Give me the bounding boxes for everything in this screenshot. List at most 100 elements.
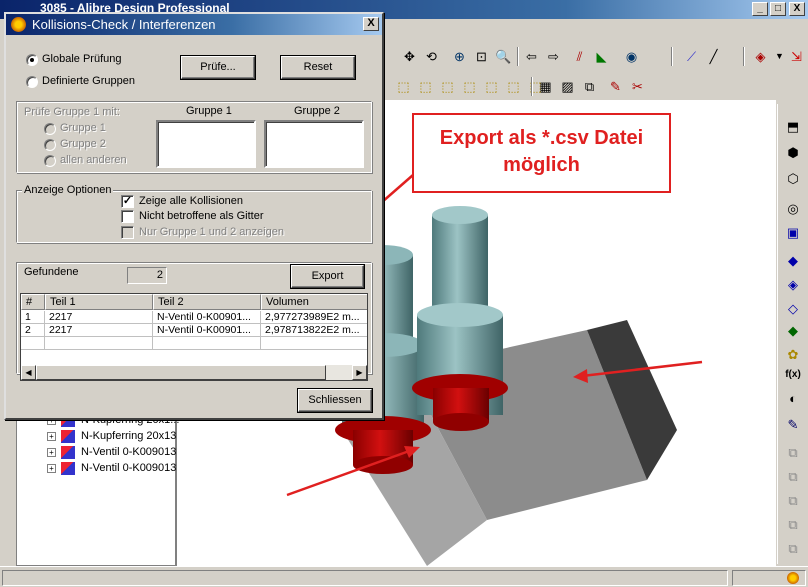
wireframe-label: Nicht betroffene als Gitter — [139, 210, 264, 222]
radio-group1 — [44, 123, 56, 135]
part-icon — [61, 446, 75, 459]
radio-all-others-label: allen anderen — [60, 154, 127, 166]
pattern-icon[interactable]: ◆ — [784, 252, 802, 270]
app-logo-icon — [11, 17, 26, 32]
function-icon[interactable]: f(x) — [784, 366, 802, 384]
table-cell[interactable]: 1 — [21, 311, 45, 324]
view-right-icon[interactable]: ⬚ — [461, 78, 478, 95]
render-icon[interactable]: ◉ — [623, 48, 640, 65]
zoom-window-icon[interactable]: ⊡ — [473, 48, 490, 65]
found-count: 2 — [127, 267, 167, 284]
explode-icon[interactable]: ⧉ — [581, 78, 598, 95]
table-cell[interactable]: 2217 — [45, 311, 153, 324]
section-icon[interactable]: ▦ — [537, 78, 554, 95]
restore-button[interactable]: □ — [770, 2, 786, 16]
design-explorer-tree: + N-Kupferring 20x1... + N-Kupferring 20… — [16, 405, 179, 566]
only-groups-checkbox — [121, 226, 134, 239]
expand-icon[interactable]: + — [47, 464, 56, 473]
results-table[interactable]: # Teil 1 Teil 2 Volumen 1 2217 N-Ventil … — [20, 293, 368, 381]
dashed-line-icon[interactable]: ╱ — [705, 48, 722, 65]
rotate-icon[interactable]: ⟲ — [423, 48, 440, 65]
surface-icon[interactable]: ⬡ — [784, 170, 802, 188]
scroll-left-icon[interactable]: ◀ — [21, 365, 36, 380]
draft-icon[interactable]: ◇ — [784, 300, 802, 318]
analysis-icon[interactable]: ◐ — [784, 390, 802, 408]
hole-icon[interactable]: ◎ — [784, 200, 802, 218]
collision-check-dialog: Kollisions-Check / Interferenzen X Globa… — [4, 12, 384, 420]
found-label: Gefundene — [24, 266, 79, 278]
column-header[interactable]: # — [21, 294, 45, 310]
display-mode-icon[interactable]: ◈ — [752, 48, 769, 65]
view-front-icon[interactable]: ⬚ — [395, 78, 412, 95]
align-icon[interactable]: ◣ — [593, 48, 610, 65]
close-dialog-button[interactable]: Schliessen — [298, 389, 372, 412]
status-bar — [0, 566, 808, 587]
scroll-right-icon[interactable]: ▶ — [352, 365, 367, 380]
reset-button[interactable]: Reset — [281, 56, 355, 79]
table-cell[interactable]: 2217 — [45, 324, 153, 337]
hexagon-icon[interactable]: ⬢ — [784, 144, 802, 162]
zoom-in-icon[interactable]: ⊕ — [451, 48, 468, 65]
part-icon — [61, 462, 75, 475]
group1-header: Gruppe 1 — [186, 105, 232, 117]
only-groups-label: Nur Gruppe 1 und 2 anzeigen — [139, 226, 284, 238]
display-dropdown-icon[interactable]: ▼ — [771, 48, 788, 65]
measure-icon[interactable]: ✎ — [607, 78, 624, 95]
insert-icon[interactable]: ◆ — [784, 322, 802, 340]
pan-icon[interactable]: ✥ — [401, 48, 418, 65]
view-left-icon[interactable]: ⬚ — [439, 78, 456, 95]
dialog-close-button[interactable]: X — [363, 17, 379, 31]
mirror-icon[interactable]: ◈ — [784, 276, 802, 294]
column-header[interactable]: Teil 1 — [45, 294, 153, 310]
table-cell[interactable]: N-Ventil 0-K00901... — [153, 311, 261, 324]
part-icon — [61, 430, 75, 443]
zoom-fit-icon[interactable]: 🔍 — [495, 48, 512, 65]
radio-group2 — [44, 139, 56, 151]
radio-defined-groups[interactable] — [26, 76, 38, 88]
app-logo-icon — [787, 572, 799, 584]
hatch-icon[interactable]: ▨ — [559, 78, 576, 95]
constraint-icon[interactable]: ⫽ — [571, 48, 588, 65]
callout-text: Export als *.csv Datei möglich — [414, 125, 669, 179]
wireframe-checkbox[interactable] — [121, 210, 134, 223]
expand-icon[interactable]: + — [47, 432, 56, 441]
shell-icon[interactable]: ▣ — [784, 224, 802, 242]
table-cell[interactable]: 2,977273989E2 m... — [261, 311, 367, 324]
radio-group2-label: Gruppe 2 — [60, 138, 106, 150]
status-pane-right — [732, 570, 806, 586]
export-callout: Export als *.csv Datei möglich — [412, 113, 671, 193]
view-back-icon[interactable]: ⬚ — [417, 78, 434, 95]
display-options-label: Anzeige Optionen — [22, 184, 114, 196]
exit-icon[interactable]: ⇲ — [788, 48, 805, 65]
forward-arrow-icon[interactable]: ⇨ — [545, 48, 562, 65]
column-header[interactable]: Volumen — [261, 294, 367, 310]
minimize-button[interactable]: _ — [752, 2, 768, 16]
callout-line1: Export als *.csv Datei — [439, 127, 644, 149]
sketch-icon[interactable]: ⟋ — [683, 48, 700, 65]
part-icon[interactable]: ⬒ — [784, 118, 802, 136]
check-button[interactable]: Prüfe... — [181, 56, 255, 79]
table-cell[interactable]: N-Ventil 0-K00901... — [153, 324, 261, 337]
export-button[interactable]: Export — [291, 265, 364, 288]
group1-list[interactable] — [156, 120, 256, 168]
scroll-thumb[interactable] — [36, 365, 326, 380]
interference-icon[interactable]: ✂ — [629, 78, 646, 95]
feature-toolbar: ⬒ ⬢ ⬡ ◎ ▣ ◆ ◈ ◇ ◆ ✿ f(x) ◐ ✎ ⧉ ⧉ ⧉ ⧉ ⧉ — [777, 104, 808, 564]
group2-list[interactable] — [264, 120, 364, 168]
radio-global-check[interactable] — [26, 54, 38, 66]
radio-all-others — [44, 155, 56, 167]
horizontal-scrollbar[interactable]: ◀ ▶ — [21, 365, 367, 380]
show-all-checkbox[interactable]: ✓ — [121, 195, 134, 208]
callout-line2: möglich — [503, 154, 580, 176]
radio-group1-label: Gruppe 1 — [60, 122, 106, 134]
settings-icon[interactable]: ✿ — [784, 346, 802, 364]
back-arrow-icon[interactable]: ⇦ — [523, 48, 540, 65]
view-bottom-icon[interactable]: ⬚ — [505, 78, 522, 95]
paint-icon[interactable]: ✎ — [784, 416, 802, 434]
expand-icon[interactable]: + — [47, 448, 56, 457]
close-app-button[interactable]: X — [789, 2, 805, 16]
table-cell[interactable]: 2 — [21, 324, 45, 337]
view-top-icon[interactable]: ⬚ — [483, 78, 500, 95]
table-cell[interactable]: 2,978713822E2 m... — [261, 324, 367, 337]
column-header[interactable]: Teil 2 — [153, 294, 261, 310]
